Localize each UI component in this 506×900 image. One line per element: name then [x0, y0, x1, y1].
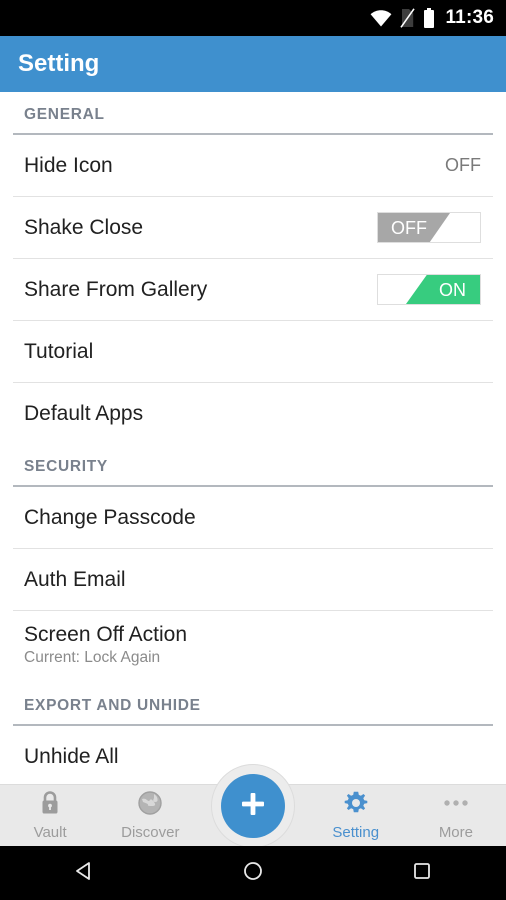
- row-texts: Auth Email: [24, 567, 481, 592]
- tab-setting[interactable]: Setting: [306, 785, 406, 846]
- android-nav-bar: [0, 846, 506, 900]
- tab-more[interactable]: More: [406, 785, 506, 846]
- row-texts: Hide Icon: [24, 153, 445, 178]
- home-button[interactable]: [218, 846, 288, 900]
- back-button[interactable]: [49, 846, 119, 900]
- row-title: Default Apps: [24, 402, 144, 425]
- share-from-gallery-toggle[interactable]: ON: [377, 274, 481, 305]
- row-auth-email[interactable]: Auth Email: [0, 549, 506, 610]
- row-default-apps[interactable]: Default Apps: [0, 383, 506, 444]
- phone-screen: 11:36 Setting GENERAL Hide Icon OFF Shak…: [0, 0, 506, 900]
- toggle-fill: ON: [406, 275, 480, 304]
- section-header-security: SECURITY: [24, 458, 108, 475]
- toggle-label: OFF: [391, 217, 427, 238]
- circle-icon: [241, 859, 265, 888]
- status-bar: 11:36: [0, 0, 506, 36]
- row-title: Change Passcode: [24, 506, 196, 529]
- row-share-from-gallery[interactable]: Share From Gallery ON: [0, 259, 506, 320]
- page-title: Setting: [18, 50, 100, 77]
- triangle-left-icon: [72, 859, 96, 888]
- row-screen-off-action[interactable]: Screen Off Action Current: Lock Again: [0, 611, 506, 683]
- row-texts: Shake Close: [24, 215, 377, 240]
- gear-icon: [343, 790, 369, 821]
- status-bar-clock: 11:36: [445, 7, 494, 28]
- tab-label: More: [438, 824, 473, 841]
- globe-icon: [137, 790, 163, 821]
- row-title: Shake Close: [24, 216, 144, 239]
- plus-icon: [237, 788, 269, 825]
- section-header-general: GENERAL: [24, 106, 105, 123]
- action-bar: Setting: [0, 36, 506, 92]
- row-title: Hide Icon: [24, 154, 113, 177]
- row-subtitle: Current: Lock Again: [24, 649, 161, 666]
- tab-label: Discover: [121, 824, 180, 841]
- shake-close-toggle[interactable]: OFF: [377, 212, 481, 243]
- add-button[interactable]: [221, 774, 285, 838]
- section-header-export-and-unhide: EXPORT AND UNHIDE: [24, 697, 201, 714]
- row-tutorial[interactable]: Tutorial: [0, 321, 506, 382]
- row-texts: Tutorial: [24, 339, 481, 364]
- row-texts: Share From Gallery: [24, 277, 377, 302]
- ellipsis-icon: [441, 790, 471, 821]
- tab-vault[interactable]: Vault: [0, 785, 100, 846]
- row-title: Tutorial: [24, 340, 94, 363]
- toggle-fill: OFF: [378, 213, 450, 242]
- row-hide-icon[interactable]: Hide Icon OFF: [0, 135, 506, 196]
- row-shake-close[interactable]: Shake Close OFF: [0, 197, 506, 258]
- wifi-icon: [370, 9, 392, 27]
- row-title: Auth Email: [24, 568, 126, 591]
- row-texts: Default Apps: [24, 401, 481, 426]
- sim-no-signal-icon: [400, 8, 416, 28]
- lock-icon: [38, 790, 62, 821]
- row-change-passcode[interactable]: Change Passcode: [0, 487, 506, 548]
- row-texts: Screen Off Action Current: Lock Again: [24, 622, 481, 668]
- row-title: Share From Gallery: [24, 278, 208, 301]
- square-icon: [410, 859, 434, 888]
- recents-button[interactable]: [387, 846, 457, 900]
- tab-label: Vault: [33, 824, 67, 841]
- tab-discover[interactable]: Discover: [100, 785, 200, 846]
- battery-icon: [423, 7, 435, 29]
- hide-icon-value: OFF: [445, 155, 481, 175]
- toggle-label: ON: [439, 279, 466, 300]
- row-title: Screen Off Action: [24, 623, 188, 646]
- add-button-container: [211, 764, 295, 848]
- row-texts: Change Passcode: [24, 505, 481, 530]
- tab-label: Setting: [332, 824, 380, 841]
